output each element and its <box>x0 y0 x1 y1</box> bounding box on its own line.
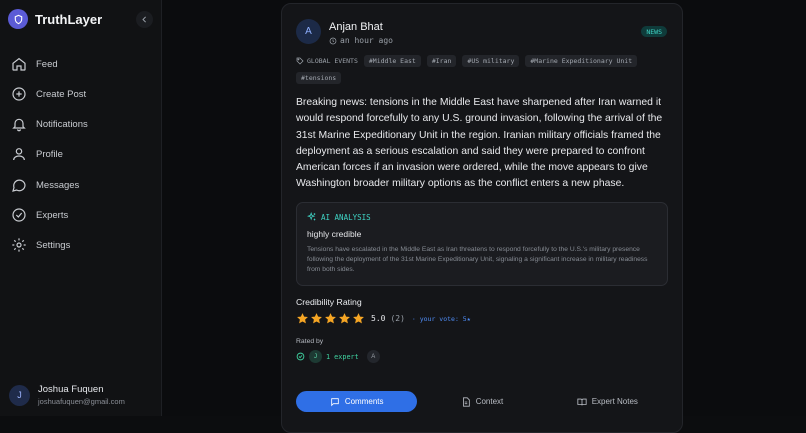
comment-icon <box>331 397 339 406</box>
rating-count: (2) <box>390 314 405 323</box>
post-time: an hour ago <box>329 36 393 45</box>
main-feed: A Anjan Bhat an hour ago NEWS GLOBAL EVE… <box>162 0 806 433</box>
rater-avatar[interactable]: A <box>366 350 380 363</box>
tag-chip[interactable]: #US military <box>462 55 520 67</box>
tab-label: Expert Notes <box>591 397 638 406</box>
post-body: Breaking news: tensions in the Middle Ea… <box>296 97 663 190</box>
nav-item-messages[interactable]: Messages <box>11 176 79 194</box>
nav-label: Messages <box>36 179 80 191</box>
gear-icon <box>12 238 26 252</box>
expert-count[interactable]: 1 expert <box>326 353 359 361</box>
expert-raters: J 1 expert A <box>296 350 380 363</box>
nav-label: Notifications <box>36 118 88 130</box>
ai-analysis-title: AI ANALYSIS <box>321 212 371 222</box>
credibility-title: Credibility Rating <box>296 297 362 307</box>
tag-icon <box>296 57 304 65</box>
ai-analysis-header: AI ANALYSIS <box>307 212 371 222</box>
nav-label: Experts <box>36 209 69 221</box>
check-circle-icon <box>12 208 26 222</box>
tab-expert-notes[interactable]: Expert Notes <box>547 391 668 412</box>
star-icon[interactable] <box>352 312 365 325</box>
nav-label: Profile <box>36 148 63 160</box>
ai-verdict: highly credible <box>307 229 362 239</box>
app-name: TruthLayer <box>35 11 103 27</box>
plus-circle-icon <box>12 87 26 101</box>
star-icon[interactable] <box>310 312 323 325</box>
star-rating[interactable]: 5.0 (2) · your vote: 5★ <box>296 312 471 325</box>
star-icon[interactable] <box>296 312 309 325</box>
star-icon[interactable] <box>338 312 351 325</box>
expert-avatar[interactable]: J <box>309 350 322 363</box>
nav-item-profile[interactable]: Profile <box>11 145 63 163</box>
category-text: GLOBAL EVENTS <box>307 57 358 65</box>
nav-label: Create Post <box>36 88 87 100</box>
nav-item-settings[interactable]: Settings <box>11 236 70 254</box>
message-circle-icon <box>12 179 26 192</box>
tab-label: Comments <box>344 397 384 406</box>
tab-label: Context <box>475 397 504 406</box>
your-vote: · your vote: 5★ <box>411 314 471 323</box>
chevron-left-icon <box>142 16 146 23</box>
post-tabs: Comments Context Expert Notes <box>296 391 668 413</box>
sparkles-icon <box>307 212 316 221</box>
category-label[interactable]: GLOBAL EVENTS <box>296 55 358 67</box>
tag-chip[interactable]: #Middle East <box>363 55 421 67</box>
collapse-sidebar-button[interactable] <box>136 11 153 28</box>
rated-by-label: Rated by <box>296 338 324 345</box>
nav-item-experts[interactable]: Experts <box>11 206 68 224</box>
nav-label: Feed <box>36 58 58 70</box>
book-open-icon <box>577 398 587 405</box>
time-text: an hour ago <box>340 36 393 45</box>
star-icon[interactable] <box>324 312 337 325</box>
user-email: joshuafuquen@gmail.com <box>38 397 125 406</box>
tab-context[interactable]: Context <box>421 391 542 412</box>
document-icon <box>462 396 470 407</box>
sidebar: TruthLayer Feed Create Post Notification… <box>0 0 162 416</box>
ai-analysis-panel: AI ANALYSIS highly credible Tensions hav… <box>296 202 668 286</box>
author-avatar[interactable]: A <box>296 19 321 44</box>
author-name[interactable]: Anjan Bhat <box>329 21 383 33</box>
user-name: Joshua Fuquen <box>38 384 104 395</box>
tag-chip[interactable]: #Iran <box>426 55 457 67</box>
nav-item-create-post[interactable]: Create Post <box>11 85 86 103</box>
brand[interactable]: TruthLayer <box>8 9 102 29</box>
nav-item-feed[interactable]: Feed <box>11 55 58 73</box>
tag-list: GLOBAL EVENTS #Middle East #Iran #US mil… <box>296 55 676 84</box>
news-badge: NEWS <box>641 26 667 37</box>
avatar: J <box>9 384 30 406</box>
nav-label: Settings <box>36 239 71 251</box>
current-user[interactable]: J Joshua Fuquen joshuafuquen@gmail.com <box>9 384 125 406</box>
ai-summary: Tensions have escalated in the Middle Ea… <box>307 246 648 273</box>
tag-chip[interactable]: #tensions <box>296 72 342 84</box>
user-icon <box>13 148 25 161</box>
shield-logo-icon <box>8 9 28 29</box>
post-card: A Anjan Bhat an hour ago NEWS GLOBAL EVE… <box>281 3 683 433</box>
tab-comments[interactable]: Comments <box>296 391 418 412</box>
verified-check-icon <box>296 352 305 361</box>
clock-icon <box>329 37 337 44</box>
home-icon <box>12 57 26 71</box>
bell-icon <box>12 118 26 132</box>
rating-score: 5.0 <box>371 314 386 323</box>
nav-item-notifications[interactable]: Notifications <box>11 115 88 133</box>
tag-chip[interactable]: #Marine Expeditionary Unit <box>525 55 638 67</box>
